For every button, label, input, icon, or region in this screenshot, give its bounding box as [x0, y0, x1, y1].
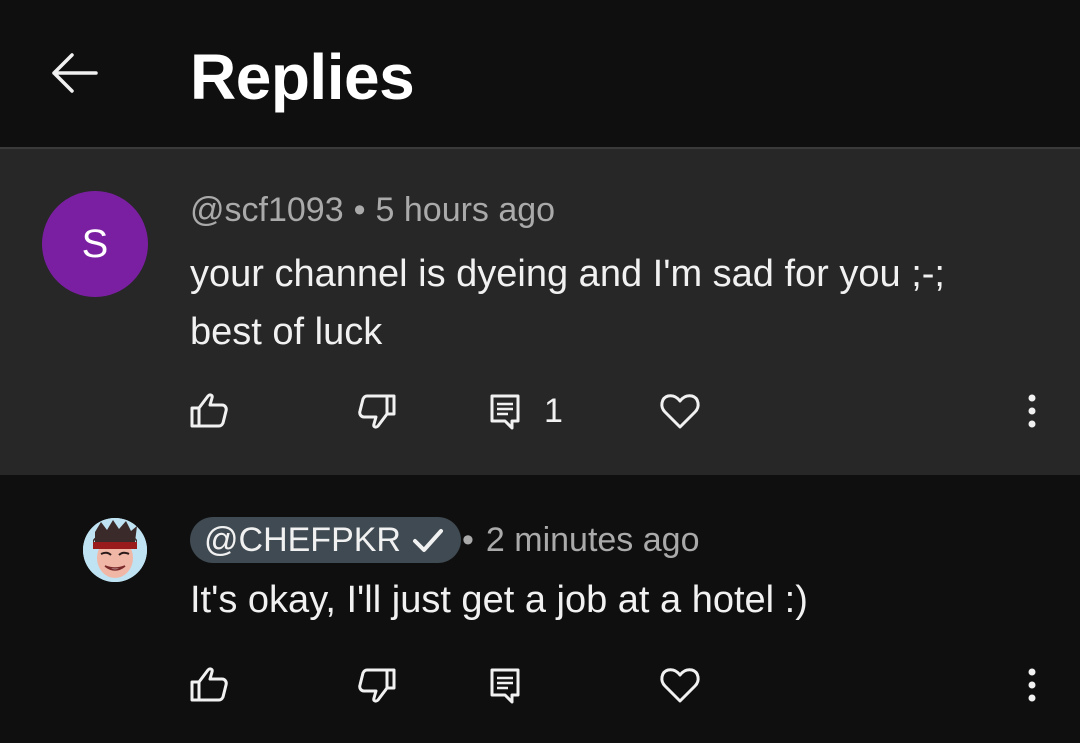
- channel-author-chip[interactable]: @CHEFPKR: [190, 517, 461, 563]
- meta-separator: •: [462, 521, 474, 559]
- dislike-button[interactable]: [354, 655, 400, 715]
- reply-button[interactable]: 1: [488, 381, 563, 441]
- page-title: Replies: [190, 41, 415, 113]
- thumbs-up-icon: [190, 393, 228, 428]
- more-vert-icon: [1028, 668, 1036, 702]
- comment-text: your channel is dyeing and I'm sad for y…: [190, 245, 1050, 361]
- meta-separator: •: [353, 191, 366, 229]
- heart-button[interactable]: [658, 381, 702, 441]
- comment-actions: 1: [0, 381, 1080, 441]
- reply-count: 1: [544, 391, 563, 430]
- heart-icon: [660, 668, 700, 703]
- reply-button[interactable]: [488, 655, 522, 715]
- avatar[interactable]: [83, 518, 147, 582]
- comment-time: 5 hours ago: [375, 191, 556, 229]
- comment-text-line: best of luck: [190, 311, 383, 353]
- heart-button[interactable]: [658, 655, 702, 715]
- parent-comment: S @scf1093 • 5 hours ago your channel is d…: [0, 149, 1080, 475]
- more-options-button[interactable]: [1018, 381, 1046, 441]
- reply-actions: [0, 655, 1080, 715]
- reply-icon: [490, 668, 520, 704]
- checkmark-icon: [412, 529, 443, 552]
- reply-icon: [490, 394, 520, 430]
- thumbs-down-icon: [358, 394, 396, 429]
- thumbs-down-icon: [358, 668, 396, 703]
- heart-icon: [660, 394, 700, 429]
- reply-time: 2 minutes ago: [485, 521, 700, 559]
- comment-author[interactable]: @scf1093: [190, 191, 344, 229]
- more-vert-icon: [1028, 394, 1036, 428]
- dislike-button[interactable]: [354, 381, 400, 441]
- reply-meta: • 2 minutes ago: [462, 521, 700, 560]
- reply-comment: @CHEFPKR • 2 minutes ago It's okay, I'll …: [0, 475, 1080, 743]
- app-header: Replies: [0, 0, 1080, 147]
- back-button[interactable]: [44, 44, 104, 104]
- avatar[interactable]: S: [42, 191, 148, 297]
- avatar-letter: S: [81, 221, 109, 266]
- comment-meta: @scf1093 • 5 hours ago: [190, 191, 555, 230]
- reply-text: It's okay, I'll just get a job at a hote…: [190, 579, 808, 621]
- reply-author: @CHEFPKR: [204, 520, 401, 559]
- comment-text-line: your channel is dyeing and I'm sad for y…: [190, 253, 945, 295]
- avatar-image: [83, 518, 147, 582]
- arrow-left-icon: [52, 53, 98, 93]
- more-options-button[interactable]: [1018, 655, 1046, 715]
- like-button[interactable]: [186, 381, 232, 441]
- like-button[interactable]: [186, 655, 232, 715]
- thumbs-up-icon: [190, 667, 228, 702]
